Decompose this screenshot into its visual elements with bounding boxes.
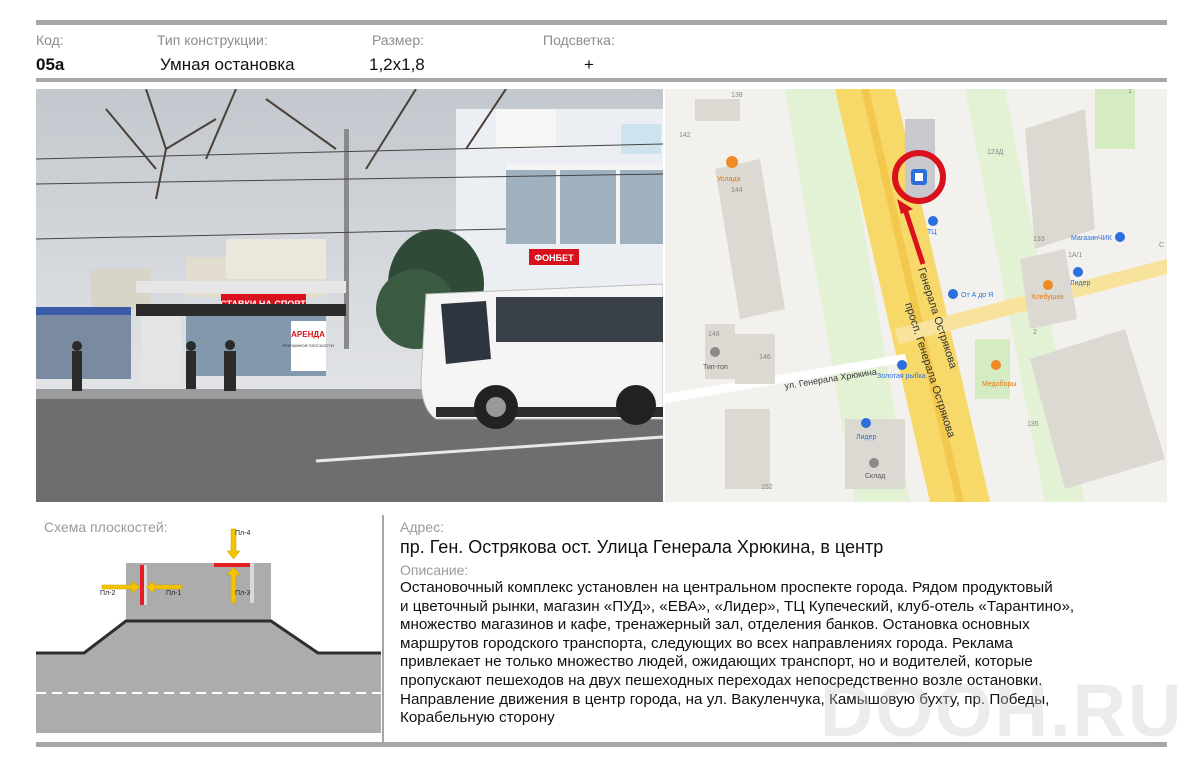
description-line: множество магазинов и кафе, тренажерный …: [400, 616, 1030, 634]
house-number: 135: [1027, 421, 1039, 428]
place-medobory: Медоборы: [982, 380, 1016, 388]
bus-stop-photo: ФОНБЕТ СТАВКИ НА СПОРТ: [36, 89, 663, 502]
size-value: 1,2х1,8: [369, 55, 425, 74]
house-number: 148: [708, 331, 720, 338]
plane-1-label: Пл-1: [166, 590, 181, 597]
place-uslada: Услада: [717, 176, 741, 183]
kiosk-sub: РЕКЛАМНОЙ ПЛОСКОСТИ: [282, 343, 333, 348]
light-label: Подсветка:: [543, 32, 615, 48]
house-number: 2: [1033, 329, 1037, 336]
house-number: 144: [731, 187, 743, 194]
house-number: 152: [761, 484, 773, 491]
house-number: 138: [731, 92, 743, 99]
description-line: маршрутов городского транспорта, следующ…: [400, 634, 1013, 652]
house-number: 1: [1128, 89, 1132, 95]
description-label: Описание:: [400, 562, 469, 578]
house-number: 123Д: [987, 149, 1004, 156]
kiosk-text: АРЕНДА: [291, 330, 325, 339]
location-map: Генерала Острякова просп. Генерала Остря…: [665, 89, 1167, 502]
section-divider: [382, 515, 384, 743]
plane-3-label: Пл-3: [235, 590, 250, 597]
type-value: Умная остановка: [160, 55, 295, 74]
plane-4-label: Пл-4: [235, 530, 250, 537]
light-value: +: [584, 55, 594, 74]
description-line: Остановочный комплекс установлен на цент…: [400, 579, 1053, 596]
house-number: С: [1159, 242, 1164, 249]
code-value: 05а: [36, 55, 65, 74]
place-tip-top: Тип-топ: [703, 364, 728, 371]
house-number: 133: [1033, 236, 1045, 243]
plane-2-label: Пл-2: [100, 590, 115, 597]
banner-text: ФОНБЕТ: [534, 253, 574, 263]
type-label: Тип конструкции:: [157, 32, 268, 48]
place-hlebushek: Хлебушек: [1031, 293, 1064, 301]
house-number: 146: [759, 354, 771, 361]
address-label: Адрес:: [400, 519, 444, 535]
place-lider-1: Лидер: [1070, 280, 1090, 287]
bottom-rule: [36, 742, 1167, 747]
place-zolotaya-rybka: Золотая рыбка: [877, 372, 926, 380]
house-number: 142: [679, 132, 691, 139]
header-rule: [36, 78, 1167, 82]
size-label: Размер:: [372, 32, 425, 48]
planes-scheme: Схема плоскостей: Пл-4 Пл-2 Пл-1 Пл-3: [36, 515, 381, 739]
place-ot-a-do-ya: От А до Я: [961, 292, 993, 299]
top-rule: [36, 20, 1167, 25]
place-sklad: Склад: [865, 473, 885, 480]
house-number: 1А/1: [1068, 252, 1083, 259]
watermark: DOOH.RU: [820, 669, 1184, 752]
code-label: Код:: [36, 32, 64, 48]
description-line: и цветочный рынки, магазин «ПУД», «ЕВА»,…: [400, 597, 1075, 615]
place-magazin: МагазинЧИК: [1071, 235, 1113, 242]
place-tc: ТЦ: [927, 229, 937, 236]
place-lider-2: Лидер: [856, 434, 876, 441]
address-value: пр. Ген. Острякова ост. Улица Генерала Х…: [400, 537, 884, 557]
